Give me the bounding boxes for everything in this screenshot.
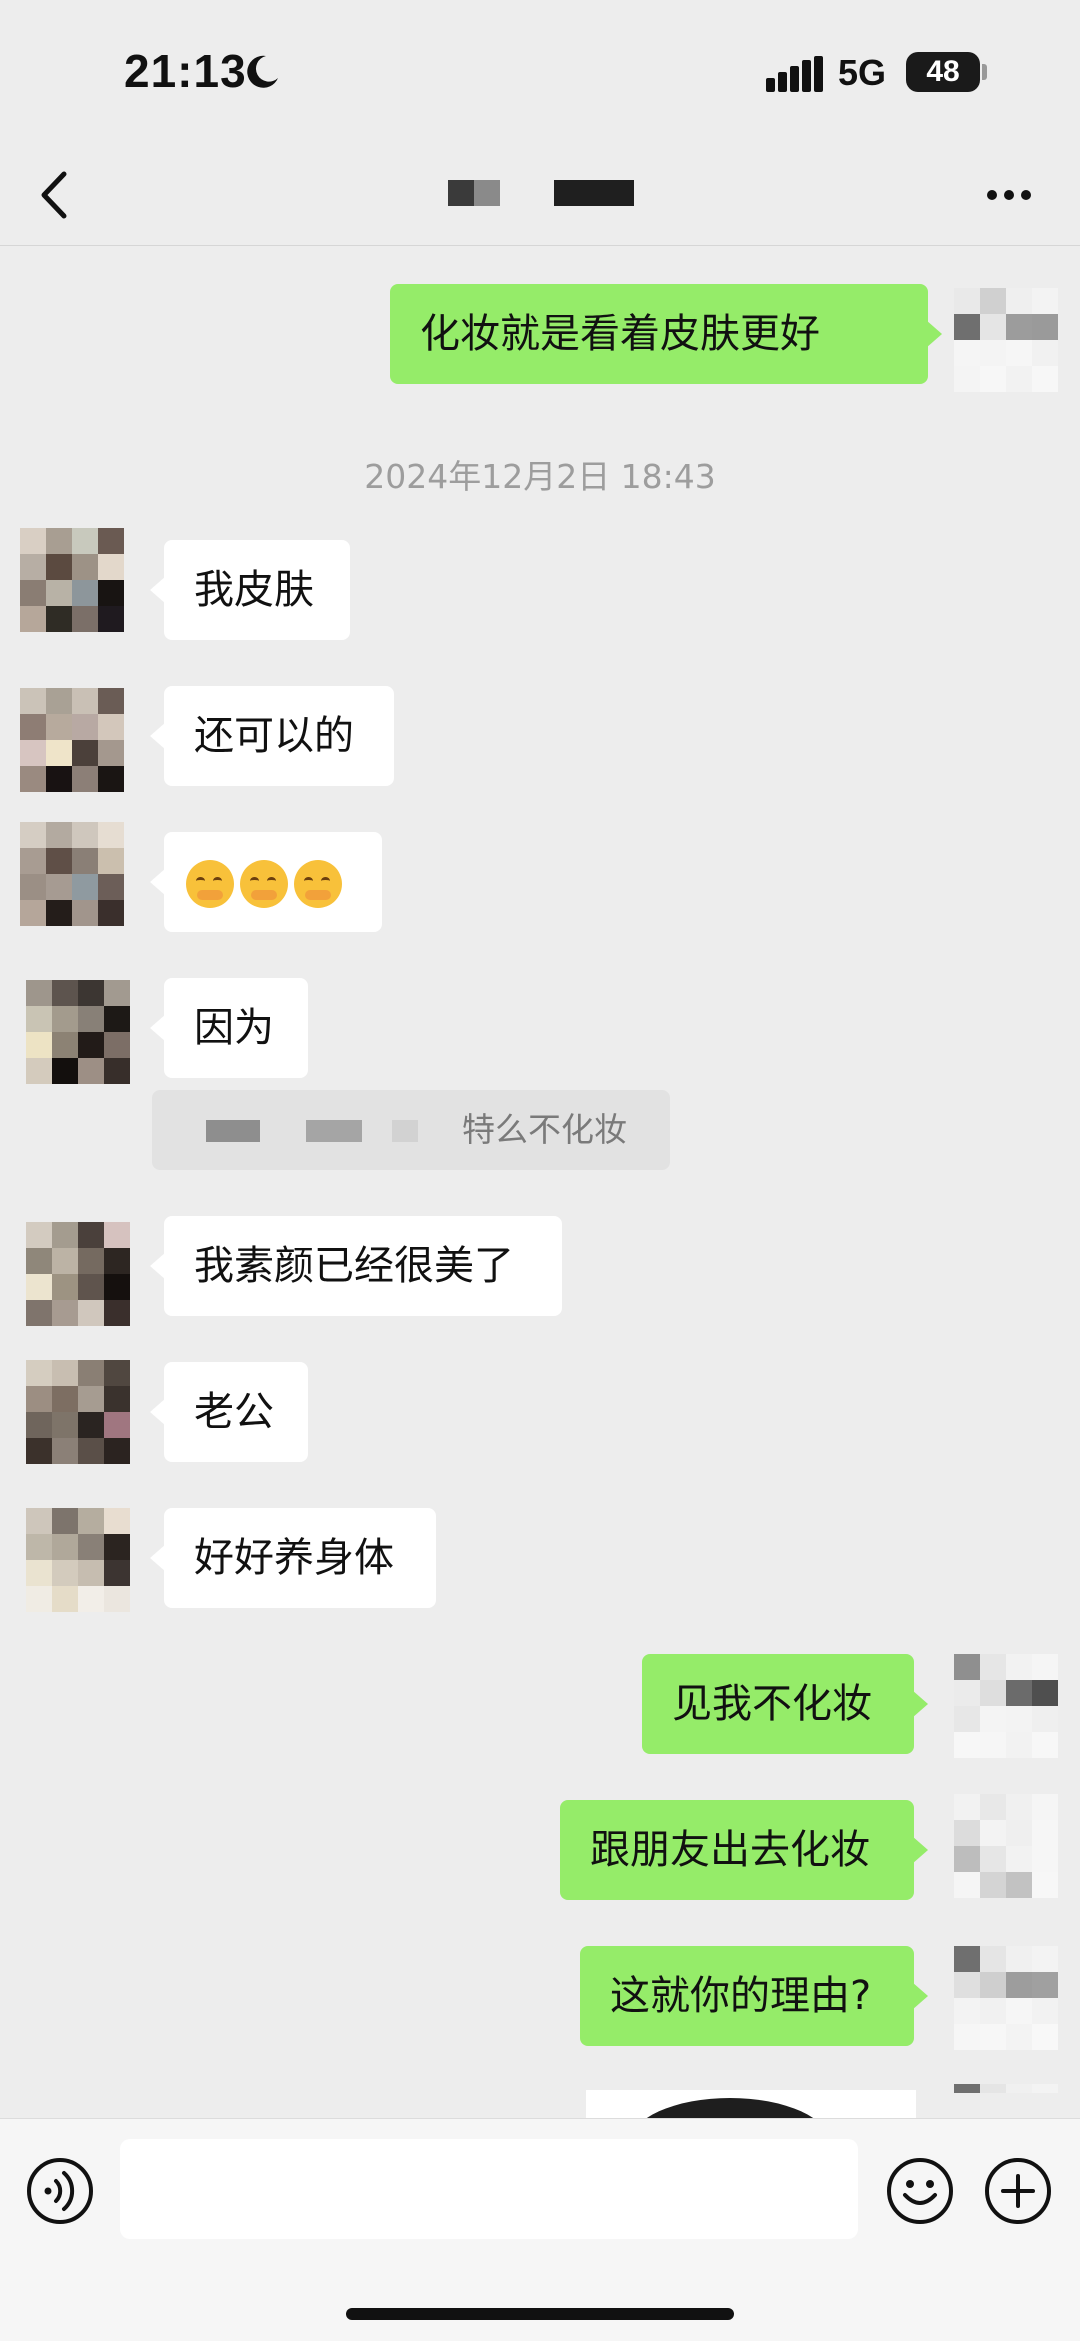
message-bubble-outgoing[interactable]: 这就你的理由? [580, 1946, 928, 2046]
battery-cap [982, 64, 987, 80]
more-icon[interactable] [984, 180, 1034, 210]
message-text: 这就你的理由? [610, 1973, 872, 2019]
message-text: 见我不化妆 [672, 1681, 872, 1727]
covering-mouth-face-icon [294, 860, 342, 908]
chat-timestamp: 2024年12月2日 18:43 [364, 457, 716, 496]
network-type: 5G [838, 52, 887, 93]
signal-icon [766, 56, 823, 92]
avatar-contact[interactable] [20, 822, 124, 926]
message-text: 还可以的 [194, 713, 354, 759]
avatar-contact[interactable] [20, 528, 124, 632]
avatar-contact[interactable] [26, 1360, 130, 1464]
message-input[interactable] [120, 2139, 858, 2239]
avatar-self[interactable] [954, 2084, 1058, 2118]
quoted-message[interactable]: 特么不化妆 [152, 1090, 670, 1170]
message-bubble-incoming[interactable]: 我素颜已经很美了 [150, 1216, 562, 1316]
message-text: 我皮肤 [194, 567, 314, 613]
message-bubble-incoming[interactable]: 老公 [150, 1362, 308, 1462]
message-bubble-outgoing[interactable]: 跟朋友出去化妆 [560, 1800, 928, 1900]
moon-icon [247, 55, 278, 88]
message-text: 好好养身体 [194, 1535, 394, 1581]
avatar-self[interactable] [954, 1654, 1058, 1758]
message-text: 化妆就是看着皮肤更好 [420, 311, 820, 357]
contact-name-redacted [448, 180, 474, 206]
avatar-contact[interactable] [26, 1508, 130, 1612]
message-text: 老公 [194, 1389, 274, 1435]
covering-mouth-face-icon [186, 860, 234, 908]
avatar-contact[interactable] [26, 1222, 130, 1326]
avatar-contact[interactable] [20, 688, 124, 792]
emoji-icon[interactable] [886, 2157, 954, 2225]
home-indicator[interactable] [346, 2308, 734, 2320]
back-arrow-icon[interactable] [34, 170, 74, 220]
message-bubble-incoming[interactable]: 好好养身体 [150, 1508, 436, 1608]
message-bubble-outgoing[interactable]: 见我不化妆 [642, 1654, 928, 1754]
contact-name-redacted [554, 180, 634, 206]
avatar-self[interactable] [954, 1794, 1058, 1898]
message-text: 跟朋友出去化妆 [590, 1827, 870, 1873]
nav-bar [0, 140, 1080, 246]
message-bubble-incoming[interactable] [150, 832, 382, 932]
message-bubble-incoming[interactable]: 还可以的 [150, 686, 394, 786]
contact-name-redacted [474, 180, 500, 206]
redacted-block [392, 1120, 418, 1142]
avatar-contact[interactable] [26, 980, 130, 1084]
image-message[interactable] [586, 2090, 916, 2120]
message-bubble-incoming[interactable]: 我皮肤 [150, 540, 350, 640]
message-text: 因为 [194, 1005, 274, 1051]
message-bubble-outgoing[interactable]: 化妆就是看着皮肤更好 [390, 284, 942, 384]
quoted-text: 特么不化妆 [462, 1110, 627, 1149]
redacted-block [206, 1120, 260, 1142]
status-bar: 21:13 5G 48 [0, 0, 1080, 140]
plus-icon[interactable] [984, 2157, 1052, 2225]
avatar-self[interactable] [954, 288, 1058, 392]
status-time: 21:13 [124, 45, 247, 97]
battery-level: 48 [906, 52, 980, 92]
redacted-block [306, 1120, 362, 1142]
avatar-self[interactable] [954, 1946, 1058, 2050]
message-bubble-incoming[interactable]: 因为 [150, 978, 308, 1078]
covering-mouth-face-icon [240, 860, 288, 908]
voice-icon[interactable] [26, 2157, 94, 2225]
message-text: 我素颜已经很美了 [194, 1243, 514, 1289]
